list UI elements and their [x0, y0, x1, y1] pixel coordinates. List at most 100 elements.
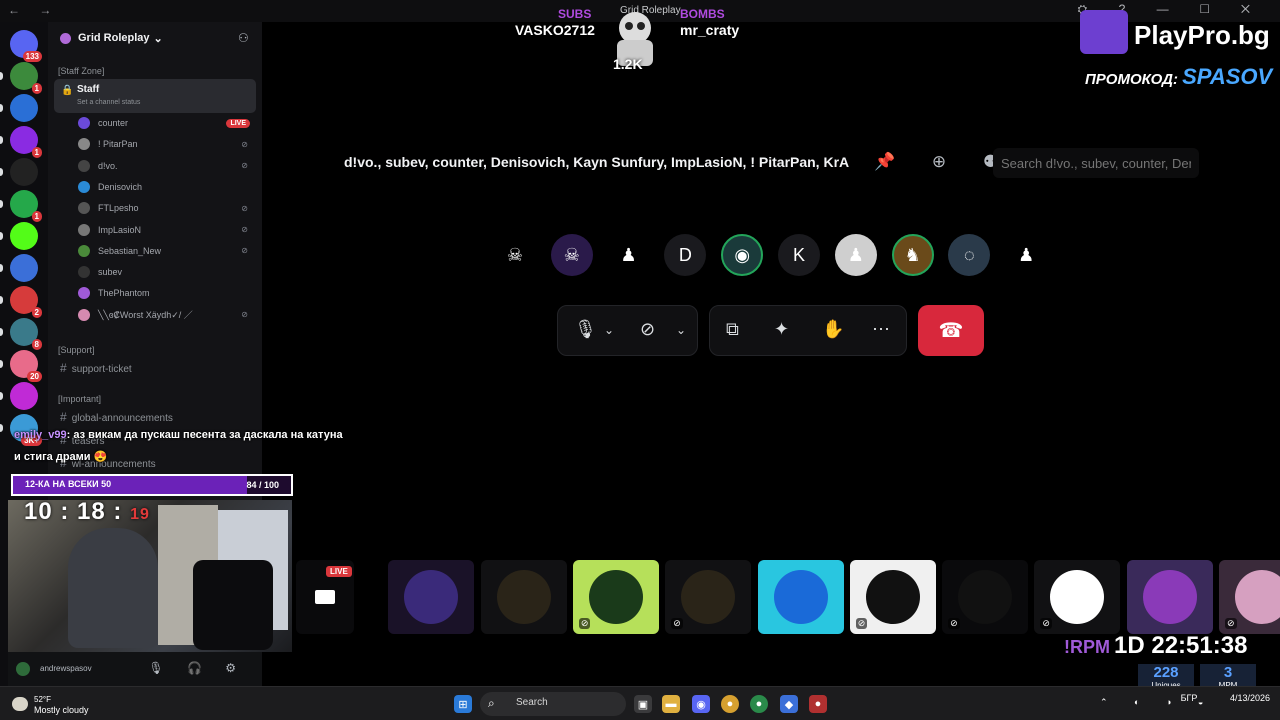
voice-member[interactable]: Sebastian_New ⊘	[78, 241, 254, 261]
participant-tile[interactable]	[757, 560, 844, 634]
unread-pip	[0, 200, 3, 208]
member-name: ╲╲ɞ₡Worst Xäydh✓/ ／	[98, 310, 193, 321]
server-header[interactable]: Grid Roleplay ⌄	[48, 22, 262, 54]
file-explorer-icon[interactable]: ▬	[662, 695, 680, 713]
call-search-input[interactable]	[993, 148, 1199, 178]
participant-avatar[interactable]: ☠	[550, 234, 593, 276]
chevron-down-icon[interactable]: ⌄	[604, 323, 614, 337]
voice-member[interactable]: ThePhantom	[78, 283, 254, 303]
nav-arrows[interactable]: ← →	[8, 3, 59, 17]
participant-avatar[interactable]: K	[778, 234, 820, 276]
server-icon[interactable]: 1	[10, 62, 42, 94]
participant-avatar[interactable]: ◌	[948, 234, 991, 276]
category-support[interactable]: [Support]	[58, 345, 95, 355]
user-controls[interactable]: 🎙 🎧 ⚙	[148, 661, 246, 675]
server-icon[interactable]: 20	[10, 350, 42, 382]
participant-tile[interactable]	[1126, 560, 1213, 634]
muted-icon: ⊘	[241, 310, 248, 320]
taskbar-search[interactable]: ⌕ Search	[480, 692, 626, 716]
member-name: ThePhantom	[98, 288, 150, 299]
chevron-down-icon[interactable]: ⌄	[676, 323, 686, 337]
voice-member[interactable]: counter LIVE	[78, 113, 254, 133]
server-icon[interactable]	[10, 254, 38, 282]
voice-member[interactable]: FTLpesho ⊘	[78, 198, 254, 218]
server-icon[interactable]: 8	[10, 318, 42, 350]
category-important[interactable]: [Important]	[58, 394, 101, 404]
phone-hangup-icon: ☎	[938, 320, 964, 342]
participant-avatar[interactable]: ☠	[494, 234, 536, 276]
activities-icon[interactable]: ✦	[774, 319, 789, 340]
server-icon[interactable]	[10, 158, 38, 186]
server-icon[interactable]: 1	[10, 190, 42, 222]
voice-member[interactable]: ImpLasioN ⊘	[78, 220, 254, 240]
channel-label: support-ticket	[71, 364, 132, 375]
participant-avatar[interactable]: ♟	[1005, 234, 1048, 276]
weather-temp: 52°F	[34, 695, 51, 704]
sub-goal-bar: 12-КА НА ВСЕКИ 50 84 / 100	[11, 474, 293, 496]
channel-support-ticket[interactable]: # support-ticket	[60, 361, 132, 375]
tile-avatar	[1142, 570, 1197, 624]
server-icon[interactable]	[10, 382, 38, 410]
member-name: d!vo.	[98, 160, 118, 171]
avatar	[78, 223, 90, 236]
hash-icon: #	[60, 410, 67, 424]
disconnect-button[interactable]: ☎	[918, 305, 984, 356]
start-icon[interactable]: ⊞	[454, 695, 472, 713]
app-icon[interactable]: ◆	[780, 695, 798, 713]
participant-tile[interactable]: ⊘	[1219, 560, 1280, 634]
server-icon[interactable]: 2	[10, 286, 42, 318]
server-icon[interactable]: 133	[10, 30, 42, 62]
more-icon[interactable]: ⋯	[872, 319, 890, 340]
participant-tile[interactable]: ⊘	[1034, 560, 1121, 634]
avatar[interactable]	[16, 662, 30, 676]
call-title: d!vo., subev, counter, Denisovich, Kayn …	[344, 154, 850, 170]
discord-icon[interactable]: ◉	[692, 695, 710, 713]
participant-avatar[interactable]: ♞	[891, 234, 934, 276]
playpro-logo	[1080, 10, 1128, 54]
tray-clock[interactable]: БГР 4/13/2026	[1181, 693, 1270, 703]
participant-avatar[interactable]: D	[664, 234, 707, 276]
server-icon[interactable]	[10, 222, 38, 250]
voice-member[interactable]: subev	[78, 262, 254, 282]
promo-label: ПРОМОКОД:	[1085, 71, 1178, 88]
voice-member[interactable]: Denisovich	[78, 177, 254, 197]
unread-badge: 2	[31, 307, 42, 318]
screen-share-icon[interactable]: ⧉	[726, 319, 739, 340]
category-staff-zone[interactable]: [Staff Zone]	[58, 66, 104, 76]
participant-tile[interactable]	[480, 560, 567, 634]
weather-widget[interactable]: 52°F Mostly cloudy	[12, 693, 102, 717]
chrome-icon[interactable]: ●	[721, 695, 739, 713]
tile-avatar	[496, 570, 551, 624]
unread-badge: 133	[22, 51, 42, 62]
server-icon[interactable]: 1	[10, 126, 42, 158]
invite-icon[interactable]: ⚇	[238, 31, 252, 45]
voice-member[interactable]: d!vo. ⊘	[78, 156, 254, 176]
participant-tile[interactable]	[388, 560, 475, 634]
search-label: Search	[516, 697, 548, 708]
channel-status[interactable]: Set a channel status	[77, 99, 140, 106]
obs-icon[interactable]: ●	[809, 695, 827, 713]
participant-avatar[interactable]: ♟	[607, 234, 650, 276]
member-name: FTLpesho	[98, 203, 139, 214]
participant-tile[interactable]: ⊘	[942, 560, 1029, 634]
participant-tile[interactable]: ⊘	[849, 560, 936, 634]
voice-channel-staff[interactable]: 🔒 Staff Set a channel status	[54, 79, 256, 113]
participant-avatar[interactable]: ◉	[721, 234, 764, 276]
tile-avatar	[773, 570, 828, 624]
participant-tile[interactable]: ⊘	[665, 560, 752, 634]
channel-global-announcements[interactable]: # global-announcements	[60, 410, 173, 424]
participant-avatar[interactable]: ♟	[834, 234, 877, 276]
voice-member[interactable]: ! PitarPan ⊘	[78, 134, 254, 154]
task-view-icon[interactable]: ▣	[634, 695, 652, 713]
voice-member[interactable]: ╲╲ɞ₡Worst Xäydh✓/ ／ ⊘	[78, 305, 254, 325]
tile-avatar	[1050, 570, 1105, 624]
server-icon[interactable]	[10, 94, 38, 122]
webcam-chair	[193, 560, 273, 650]
avatar	[78, 244, 90, 257]
camera-off-icon[interactable]: ⊘	[640, 319, 655, 340]
browser-icon[interactable]: ●	[750, 695, 768, 713]
soundboard-icon[interactable]: ✋	[822, 319, 844, 340]
hash-icon: #	[60, 361, 67, 375]
microphone-icon[interactable]: 🎙	[574, 319, 597, 340]
participant-tile[interactable]: ⊘	[572, 560, 659, 634]
